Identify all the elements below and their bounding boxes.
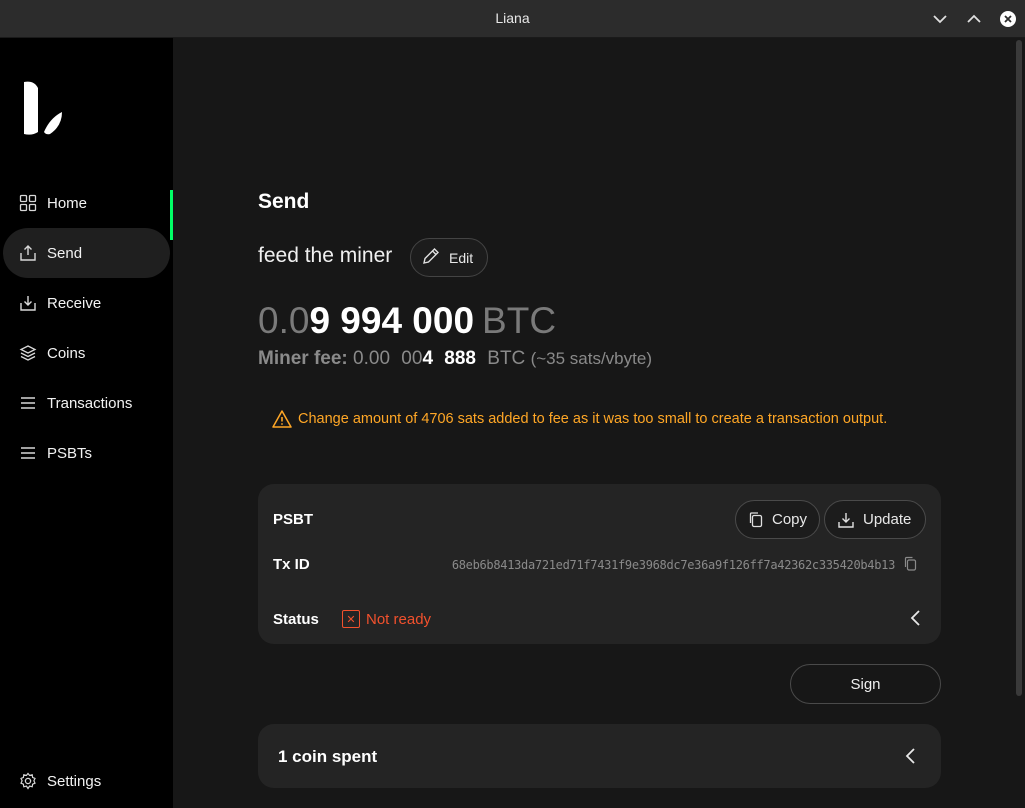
send-icon: [18, 243, 38, 263]
window-title: Liana: [495, 10, 530, 26]
download-icon: [838, 512, 854, 528]
sidebar-item-send[interactable]: Send: [3, 228, 170, 278]
warning-icon: [272, 410, 292, 428]
sign-label: Sign: [850, 675, 881, 693]
pencil-icon: [421, 246, 441, 270]
sidebar-item-settings[interactable]: Settings: [3, 756, 170, 806]
chevron-left-icon[interactable]: [908, 608, 924, 628]
chevron-down-icon: [933, 15, 947, 24]
sidebar-item-label: Settings: [47, 772, 102, 790]
copy-txid-icon[interactable]: [903, 556, 919, 572]
sidebar-item-coins[interactable]: Coins: [3, 328, 170, 378]
minimize-button[interactable]: [931, 10, 949, 28]
close-button[interactable]: [999, 10, 1017, 28]
miner-fee: Miner fee: 0.00 004 888 BTC (~35 sats/vb…: [258, 348, 652, 370]
maximize-button[interactable]: [965, 10, 983, 28]
close-icon: [1000, 11, 1016, 27]
amount-dim: 0.0: [258, 300, 310, 341]
status-label: Status: [273, 611, 319, 628]
sidebar-item-label: Coins: [47, 344, 86, 362]
fee-unit: BTC: [487, 348, 526, 369]
list-icon: [18, 443, 38, 463]
copy-psbt-button[interactable]: Copy: [735, 500, 820, 539]
not-ready-icon: ✕: [342, 610, 360, 628]
txid-label: Tx ID: [273, 556, 310, 573]
coins-icon: [18, 343, 38, 363]
page-title: Send: [258, 190, 310, 213]
send-amount: 0.09 994 000 BTC: [258, 300, 556, 342]
sign-button[interactable]: Sign: [790, 664, 941, 704]
fee-dim-1: 0.00: [353, 348, 391, 369]
transaction-description: feed the miner: [258, 244, 393, 267]
sidebar-item-home[interactable]: Home: [3, 178, 170, 228]
fee-label: Miner fee:: [258, 348, 348, 369]
sidebar-item-label: Receive: [47, 294, 102, 312]
coins-spent-label: 1 coin spent: [278, 747, 378, 766]
amount-strong: 9 994 000: [309, 300, 475, 341]
fee-strong-2: 888: [444, 348, 476, 369]
grid-icon: [18, 193, 38, 213]
update-psbt-button[interactable]: Update: [824, 500, 926, 539]
sidebar-item-receive[interactable]: Receive: [3, 278, 170, 328]
sidebar-item-transactions[interactable]: Transactions: [3, 378, 170, 428]
fee-strong-1: 4: [422, 348, 434, 369]
gear-icon: [18, 771, 38, 791]
copy-icon: [749, 511, 763, 527]
edit-label: Edit: [449, 249, 474, 266]
copy-label: Copy: [772, 511, 808, 528]
warning-message: Change amount of 4706 sats added to fee …: [272, 409, 912, 429]
sidebar-item-label: Home: [47, 194, 88, 212]
sidebar-item-label: Send: [47, 244, 83, 262]
sidebar-item-psbts[interactable]: PSBTs: [3, 428, 170, 478]
sidebar-item-label: Transactions: [47, 394, 133, 412]
chevron-left-icon[interactable]: [903, 746, 919, 766]
txid-value: 68eb6b8413da721ed71f7431f9e3968dc7e36a9f…: [451, 558, 895, 572]
chevron-up-icon: [967, 14, 981, 23]
scrollbar[interactable]: [1016, 40, 1022, 696]
sidebar-item-label: PSBTs: [47, 444, 93, 462]
coins-spent-card[interactable]: 1 coin spent: [258, 724, 941, 788]
amount-unit: BTC: [482, 300, 557, 341]
title-bar: Liana: [0, 0, 1025, 38]
list-icon: [18, 393, 38, 413]
receive-icon: [18, 293, 38, 313]
liana-logo: [24, 81, 62, 135]
psbt-card: PSBT Copy Update Tx ID 68eb6b8413da721ed…: [258, 484, 941, 644]
warning-text: Change amount of 4706 sats added to fee …: [298, 411, 888, 427]
fee-dim-2: 00: [401, 348, 423, 369]
edit-button[interactable]: Edit: [410, 238, 488, 277]
fee-rate: (~35 sats/vbyte): [530, 349, 652, 368]
status-value: Not ready: [366, 611, 432, 628]
update-label: Update: [863, 511, 912, 528]
psbt-label: PSBT: [273, 511, 314, 528]
